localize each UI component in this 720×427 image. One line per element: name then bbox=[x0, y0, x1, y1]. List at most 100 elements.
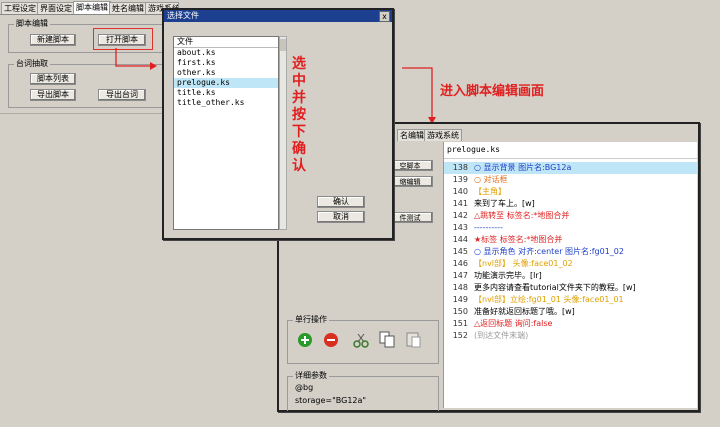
code-panel: prelogue.ks 138 ○ 显示背景 图片名:BG12a 139 ○ 对话框 1… bbox=[443, 142, 697, 408]
line-number: 149 bbox=[452, 295, 468, 304]
line-text: (到达文件末端) bbox=[474, 331, 529, 340]
line-number: 140 bbox=[452, 187, 468, 196]
file-list-item[interactable]: title_other.ks bbox=[174, 98, 278, 108]
single-op-label: 单行操作 bbox=[293, 314, 329, 325]
close-icon[interactable]: x bbox=[379, 11, 390, 22]
file-dialog-title: 选择文件 bbox=[167, 11, 199, 20]
line-text: ○ 对话框 bbox=[474, 175, 508, 184]
file-dialog: 选择文件 x 文件 about.ks first.ks other.ks prelog… bbox=[162, 8, 394, 240]
tab-script-edit[interactable]: 脚本编辑 bbox=[73, 1, 111, 14]
code-line[interactable]: 151 △返回标题 询问:false bbox=[444, 318, 697, 330]
file-list-item[interactable]: first.ks bbox=[174, 58, 278, 68]
line-text: 准备好就返回标题了哦。[w] bbox=[474, 307, 575, 316]
line-number: 152 bbox=[452, 331, 468, 340]
line-text: 功能演示完毕。[lr] bbox=[474, 271, 542, 280]
code-line[interactable]: 138 ○ 显示背景 图片名:BG12a bbox=[444, 162, 697, 174]
detail-group bbox=[287, 376, 439, 411]
note-char: 按 bbox=[292, 107, 306, 123]
note-char: 下 bbox=[292, 124, 306, 140]
line-number: 141 bbox=[452, 199, 468, 208]
line-number: 151 bbox=[452, 319, 468, 328]
select-and-confirm-note: 选中并按下确认 bbox=[292, 56, 308, 175]
tab-name-edit[interactable]: 姓名编辑 bbox=[109, 2, 147, 14]
note-char: 并 bbox=[292, 90, 306, 106]
tab-project-settings[interactable]: 工程设定 bbox=[1, 2, 39, 14]
code-line[interactable]: 140 【主角】 bbox=[444, 186, 697, 198]
detail-line: storage="BG12a" bbox=[295, 396, 367, 405]
line-number: 147 bbox=[452, 271, 468, 280]
dialog-extract-group bbox=[8, 64, 164, 108]
paste-icon[interactable] bbox=[405, 331, 421, 348]
editor-tab-name-edit[interactable]: 名编辑 bbox=[397, 129, 427, 141]
line-text: 更多内容请查看tutorial文件夹下的教程。[w] bbox=[474, 283, 636, 292]
file-list-header: 文件 bbox=[174, 37, 278, 48]
code-divider bbox=[444, 158, 697, 159]
detail-line: @bg bbox=[295, 383, 314, 392]
line-text: 【nvl部】立绘:fg01_01 头像:face01_01 bbox=[474, 295, 624, 304]
line-number: 148 bbox=[452, 283, 468, 292]
code-line[interactable]: 147 功能演示完毕。[lr] bbox=[444, 270, 697, 282]
new-script-button[interactable]: 新建脚本 bbox=[30, 34, 76, 46]
file-list-item[interactable]: prelogue.ks bbox=[174, 78, 278, 88]
script-list-button[interactable]: 脚本列表 bbox=[30, 73, 76, 85]
dialog-extract-group-label: 台词抽取 bbox=[14, 58, 50, 69]
file-list-item[interactable]: about.ks bbox=[174, 48, 278, 58]
line-text: ★标签 标签名:*地图合并 bbox=[474, 235, 563, 244]
script-edit-group-label: 脚本编辑 bbox=[14, 18, 50, 29]
line-text: 来到了车上。[w] bbox=[474, 199, 535, 208]
line-text: 【主角】 bbox=[474, 187, 506, 196]
editor-file-name: prelogue.ks bbox=[447, 145, 500, 154]
ok-button[interactable]: 确认 bbox=[317, 196, 365, 208]
line-number: 139 bbox=[452, 175, 468, 184]
file-items: about.ks first.ks other.ks prelogue.ks title… bbox=[174, 48, 278, 108]
line-text: 【nvl部】 头像:face01_02 bbox=[474, 259, 573, 268]
line-number: 145 bbox=[452, 247, 468, 256]
scrollbar-thumb[interactable] bbox=[280, 39, 286, 51]
code-line[interactable]: 148 更多内容请查看tutorial文件夹下的教程。[w] bbox=[444, 282, 697, 294]
export-dialog-button[interactable]: 导出台词 bbox=[98, 89, 146, 101]
tab-strip-divider bbox=[0, 14, 172, 15]
code-line[interactable]: 145 ○ 显示角色 对齐:center 图片名:fg01_02 bbox=[444, 246, 697, 258]
line-number: 150 bbox=[452, 307, 468, 316]
line-text: ---------- bbox=[474, 223, 503, 232]
code-line[interactable]: 141 来到了车上。[w] bbox=[444, 198, 697, 210]
line-text: ○ 显示背景 图片名:BG12a bbox=[474, 163, 572, 172]
line-number: 138 bbox=[452, 163, 468, 172]
file-dialog-titlebar[interactable]: 选择文件 x bbox=[164, 10, 392, 22]
note-char: 中 bbox=[292, 73, 306, 89]
code-line[interactable]: 144 ★标签 标签名:*地图合并 bbox=[444, 234, 697, 246]
cancel-button[interactable]: 取消 bbox=[317, 211, 365, 223]
file-list-scrollbar[interactable] bbox=[279, 36, 287, 230]
tab-ui-settings[interactable]: 界面设定 bbox=[37, 2, 75, 14]
line-text: △返回标题 询问:false bbox=[474, 319, 553, 328]
line-number: 142 bbox=[452, 211, 468, 220]
file-list[interactable]: 文件 about.ks first.ks other.ks prelogue.ks ti… bbox=[173, 36, 279, 230]
code-line[interactable]: 142 △跳转至 标签名:*地图合并 bbox=[444, 210, 697, 222]
line-number: 143 bbox=[452, 223, 468, 232]
code-line[interactable]: 150 准备好就返回标题了哦。[w] bbox=[444, 306, 697, 318]
code-line[interactable]: 143 ---------- bbox=[444, 222, 697, 234]
code-line[interactable]: 149 【nvl部】立绘:fg01_01 头像:face01_01 bbox=[444, 294, 697, 306]
note-char: 选 bbox=[292, 56, 306, 72]
back-divider bbox=[0, 113, 163, 114]
open-script-highlight bbox=[93, 28, 153, 50]
detail-label: 详细参数 bbox=[293, 370, 329, 381]
file-list-item[interactable]: title.ks bbox=[174, 88, 278, 98]
code-line[interactable]: 146 【nvl部】 头像:face01_02 bbox=[444, 258, 697, 270]
export-script-button[interactable]: 导出脚本 bbox=[30, 89, 76, 101]
editor-tab-game-system[interactable]: 游戏系统 bbox=[424, 129, 462, 141]
remove-line-icon[interactable] bbox=[323, 332, 339, 348]
code-lines[interactable]: 138 ○ 显示背景 图片名:BG12a 139 ○ 对话框 140 【主角】 141 来到了… bbox=[444, 162, 697, 408]
cut-icon[interactable] bbox=[353, 332, 369, 348]
code-line[interactable]: 139 ○ 对话框 bbox=[444, 174, 697, 186]
line-number: 144 bbox=[452, 235, 468, 244]
note-char: 确 bbox=[292, 141, 306, 157]
line-text: △跳转至 标签名:*地图合并 bbox=[474, 211, 570, 220]
enter-editor-note: 进入脚本编辑画面 bbox=[440, 84, 545, 99]
line-text: ○ 显示角色 对齐:center 图片名:fg01_02 bbox=[474, 247, 624, 256]
file-list-item[interactable]: other.ks bbox=[174, 68, 278, 78]
add-line-icon[interactable] bbox=[297, 332, 313, 348]
code-line[interactable]: 152 (到达文件末端) bbox=[444, 330, 697, 342]
line-number: 146 bbox=[452, 259, 468, 268]
copy-icon[interactable] bbox=[379, 331, 395, 348]
